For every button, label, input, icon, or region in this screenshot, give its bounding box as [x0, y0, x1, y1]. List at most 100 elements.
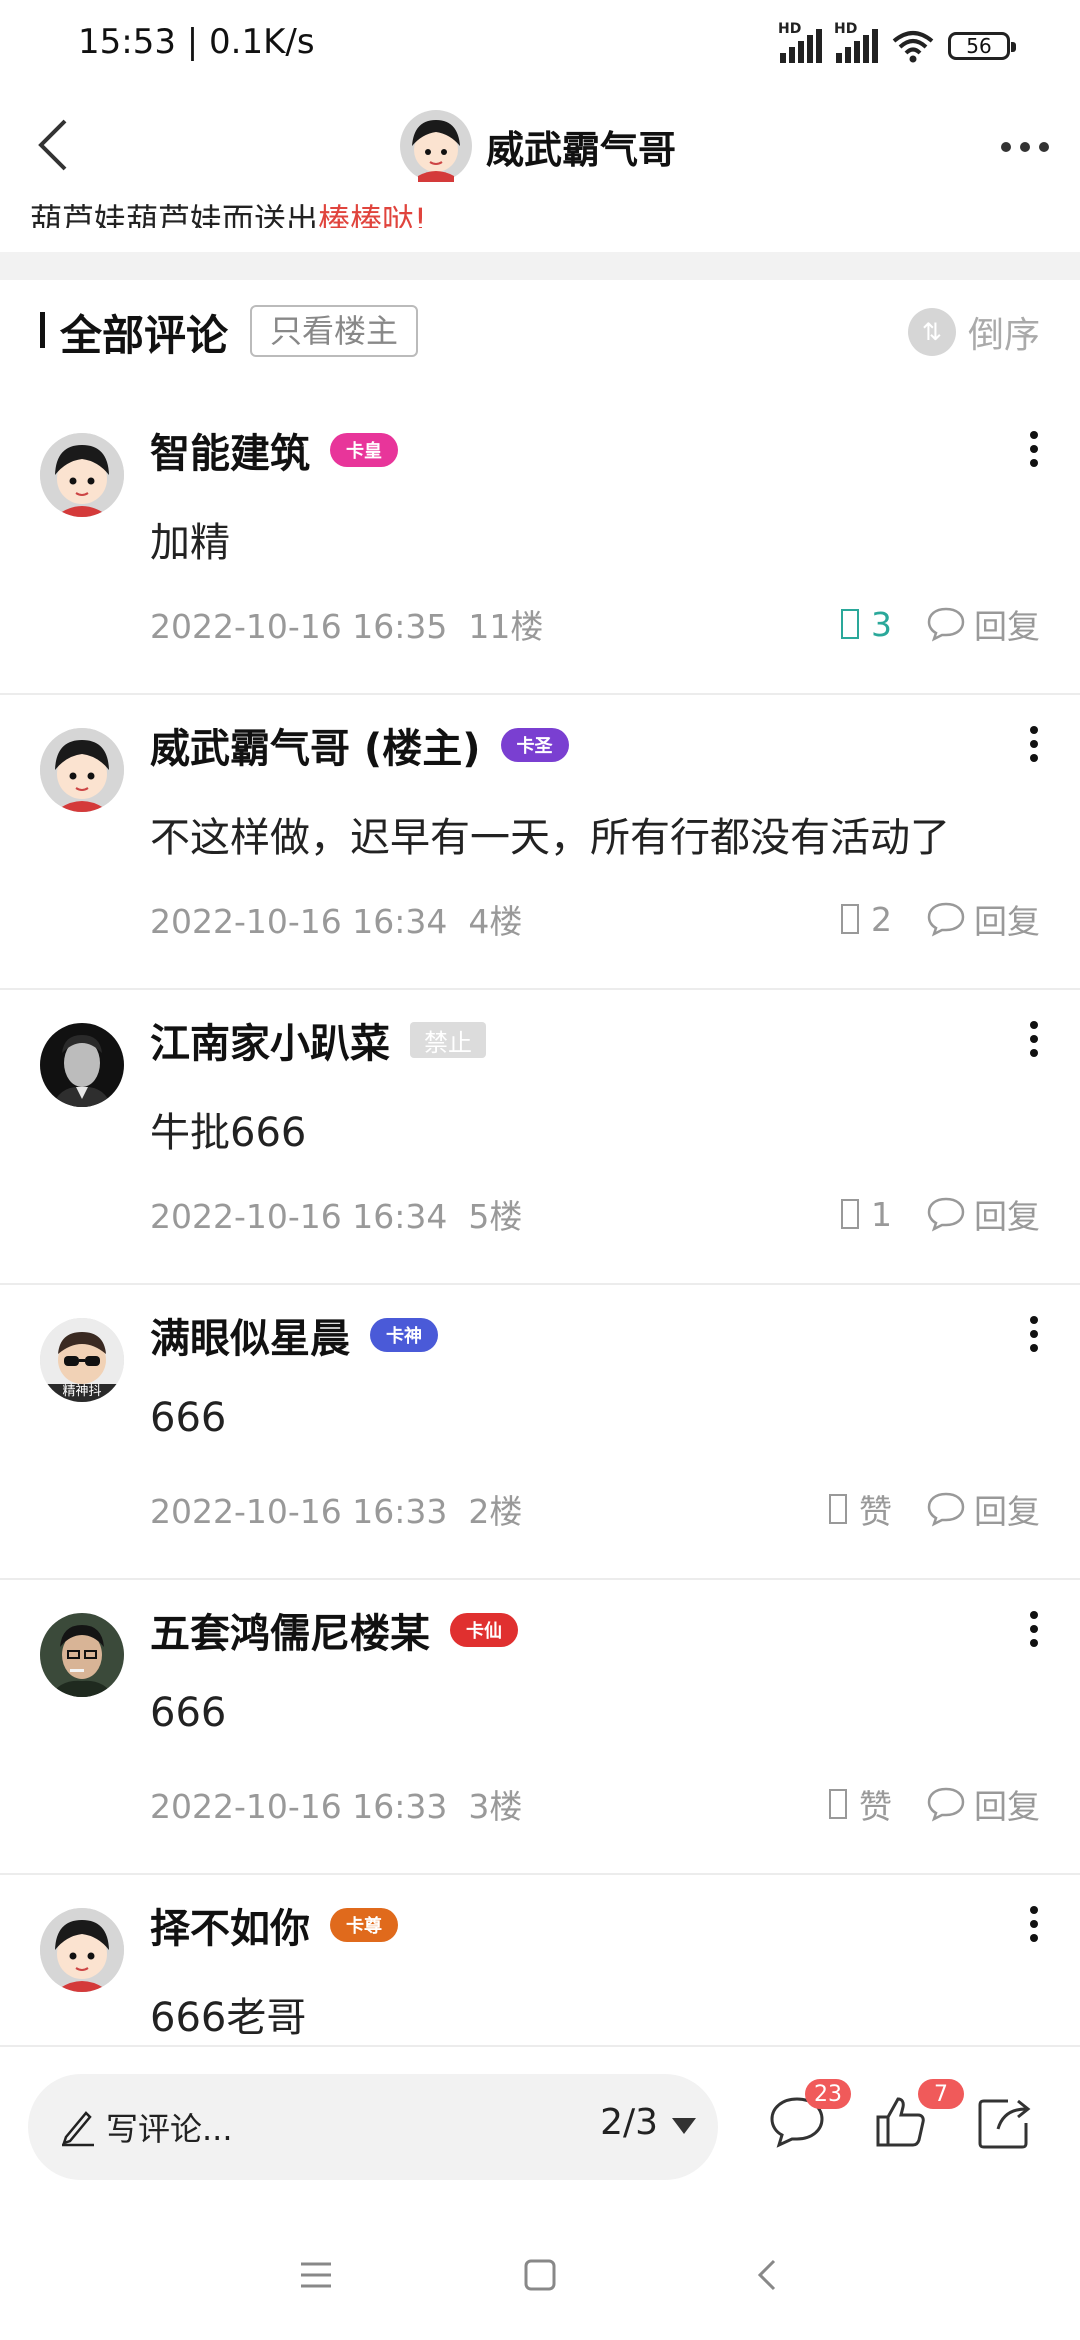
username[interactable]: 江南家小趴菜	[150, 1011, 390, 1069]
more-button[interactable]	[990, 112, 1060, 182]
thumbs-up-icon	[829, 1494, 847, 1524]
more-vertical-icon[interactable]	[1014, 1604, 1054, 1654]
comment-floor: 5楼	[468, 1197, 523, 1236]
hd-tag: HD	[778, 21, 802, 37]
reply-label: 回复	[974, 902, 1040, 941]
reply-button[interactable]: 回复	[926, 895, 1040, 943]
like-label: 赞	[859, 1787, 892, 1826]
avatar[interactable]	[40, 1908, 124, 1992]
comments-title: 全部评论	[60, 311, 229, 360]
like-button[interactable]: 1	[841, 1195, 892, 1234]
comment-text: 666老哥	[150, 1995, 307, 2041]
more-vertical-icon[interactable]	[1014, 719, 1054, 769]
share-icon[interactable]	[968, 2087, 1038, 2157]
username-row: 五套鸿儒尼楼某 卡仙	[150, 1600, 518, 1660]
back-nav-button[interactable]	[736, 2250, 796, 2300]
level-badge: 卡圣	[500, 728, 569, 762]
avatar[interactable]	[40, 1023, 124, 1107]
status-bar: 15:53 | 0.1K/s HD HD 56	[0, 0, 1080, 90]
chevron-left-icon	[38, 119, 67, 171]
avatar-image	[40, 1023, 124, 1107]
reply-button[interactable]: 回复	[926, 1190, 1040, 1238]
home-nav-button[interactable]	[510, 2250, 570, 2300]
like-button[interactable]: 赞	[829, 1780, 892, 1828]
more-vertical-icon[interactable]	[1014, 1899, 1054, 1949]
comment-text: 牛批666	[150, 1110, 307, 1156]
avatar[interactable]: 精神抖	[40, 1318, 124, 1402]
status-time: 15:53 | 0.1K/s	[78, 22, 315, 62]
avatar-image	[40, 1613, 124, 1697]
comment-count-badge: 23	[805, 2079, 851, 2109]
post-excerpt-highlight: 棒棒哒!	[318, 201, 427, 228]
username[interactable]: 智能建筑	[150, 421, 310, 479]
comment-time: 2022-10-16 16:35	[150, 607, 448, 646]
username[interactable]: 威武霸气哥 (楼主)	[150, 716, 481, 774]
battery-icon: 56	[948, 32, 1016, 60]
page-title: 威武霸气哥	[486, 127, 677, 172]
level-badge: 卡神	[370, 1318, 438, 1352]
more-vertical-icon[interactable]	[1014, 1309, 1054, 1359]
comments-header: 全部评论 只看楼主 ⇅ 倒序	[0, 280, 1080, 390]
username[interactable]: 满眼似星晨	[150, 1306, 350, 1364]
username-row: 智能建筑 卡皇	[150, 420, 398, 480]
avatar-image	[40, 433, 124, 517]
caret-down-icon[interactable]	[672, 2118, 696, 2134]
comment-item: 江南家小趴菜 禁止 牛批666 2022-10-16 16:34 5楼 1 回复	[0, 990, 1080, 1285]
comment-actions: 赞 回复	[829, 1780, 1040, 1828]
chevron-left-icon	[757, 2259, 776, 2291]
comment-text: 666	[150, 1395, 227, 1441]
comment-meta: 2022-10-16 16:34 4楼	[150, 895, 522, 943]
reply-label: 回复	[974, 1787, 1040, 1826]
more-vertical-icon[interactable]	[1014, 1014, 1054, 1064]
write-comment-input[interactable]: 写评论... 2/3	[28, 2074, 718, 2180]
chat-bubble-icon	[927, 902, 965, 937]
menu-nav-button[interactable]	[286, 2250, 346, 2300]
reply-button[interactable]: 回复	[926, 600, 1040, 648]
like-button[interactable]: 赞	[829, 1485, 892, 1533]
sort-icon: ⇅	[907, 308, 956, 356]
comment-actions: 赞 回复	[829, 1485, 1040, 1533]
comment-time: 2022-10-16 16:33	[150, 1492, 448, 1531]
only-owner-button[interactable]: 只看楼主	[250, 305, 419, 357]
avatar-caption: 精神抖	[62, 1384, 102, 1399]
comment-meta: 2022-10-16 16:33 2楼	[150, 1485, 522, 1533]
comment-meta: 2022-10-16 16:34 5楼	[150, 1190, 522, 1238]
comment-item: 智能建筑 卡皇 加精 2022-10-16 16:35 11楼 3 回复	[0, 400, 1080, 695]
reply-label: 回复	[974, 1492, 1040, 1531]
reply-button[interactable]: 回复	[926, 1485, 1040, 1533]
status-icons: HD HD 56	[778, 21, 1016, 66]
pen-icon	[62, 2111, 94, 2147]
section-divider	[0, 252, 1080, 280]
like-button[interactable]: 3	[841, 605, 892, 644]
comment-floor: 2楼	[468, 1492, 523, 1531]
avatar[interactable]	[40, 433, 124, 517]
username[interactable]: 择不如你	[150, 1896, 310, 1954]
sort-button[interactable]: ⇅ 倒序	[907, 306, 1040, 358]
username-row: 择不如你 卡尊	[150, 1895, 398, 1955]
chat-bubble-icon	[927, 1492, 965, 1527]
avatar[interactable]	[40, 1613, 124, 1697]
reply-label: 回复	[974, 1197, 1040, 1236]
back-button[interactable]	[18, 110, 88, 180]
more-vertical-icon[interactable]	[1014, 424, 1054, 474]
comment-item: 精神抖 满眼似星晨 卡神 666 2022-10-16 16:33 2楼 赞 回…	[0, 1285, 1080, 1580]
username-row: 满眼似星晨 卡神	[150, 1305, 438, 1365]
username[interactable]: 五套鸿儒尼楼某	[150, 1601, 430, 1659]
thumbs-up-icon	[841, 904, 859, 934]
signal-icon: HD	[834, 21, 878, 63]
comment-item: 择不如你 卡尊 666老哥	[0, 1875, 1080, 2045]
avatar[interactable]	[40, 728, 124, 812]
wifi-icon	[892, 31, 934, 63]
comment-list: 智能建筑 卡皇 加精 2022-10-16 16:35 11楼 3 回复 威武霸…	[0, 400, 1080, 2045]
reply-button[interactable]: 回复	[926, 1780, 1040, 1828]
page-indicator[interactable]: 2/3	[600, 2102, 658, 2143]
like-button[interactable]: 2	[841, 900, 892, 939]
avatar-image	[40, 1908, 124, 1992]
username-row: 威武霸气哥 (楼主) 卡圣	[150, 715, 569, 775]
like-count-badge: 7	[918, 2079, 964, 2109]
menu-icon	[301, 2262, 331, 2288]
comment-meta: 2022-10-16 16:33 3楼	[150, 1780, 522, 1828]
title-user[interactable]: 威武霸气哥	[400, 106, 676, 186]
comment-text: 666	[150, 1690, 227, 1736]
comment-text: 不这样做，迟早有一天，所有行都没有活动了	[150, 815, 950, 861]
